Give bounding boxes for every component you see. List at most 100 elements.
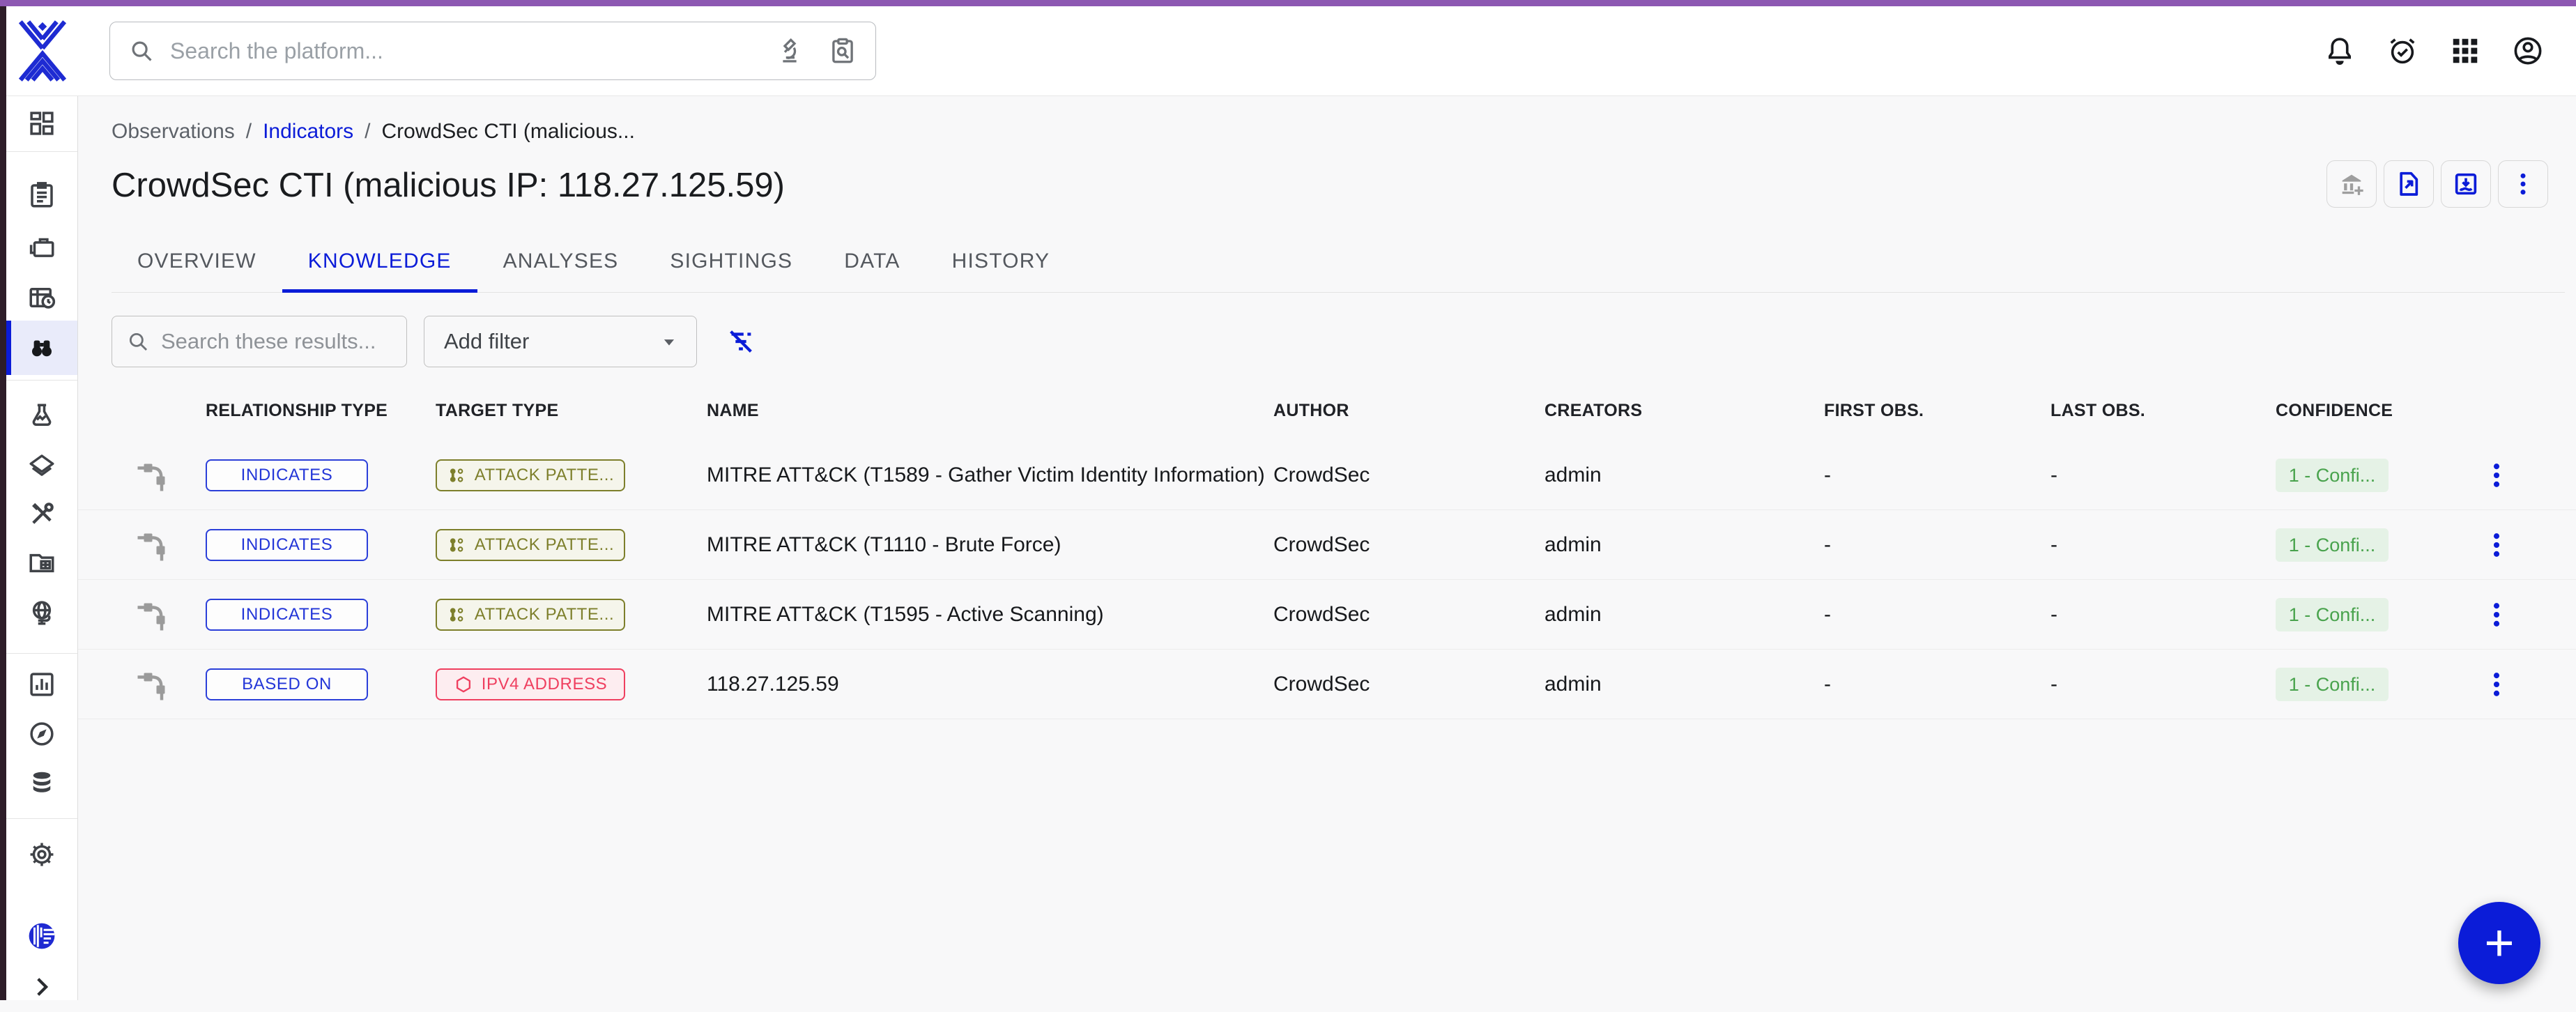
- create-relationship-fab[interactable]: +: [2458, 902, 2540, 984]
- target-type-chip[interactable]: ATTACK PATTE...: [436, 599, 625, 631]
- header-author[interactable]: AUTHOR: [1273, 401, 1349, 421]
- threats-icon: [27, 401, 56, 431]
- ipv4-hexagon-icon: [454, 675, 473, 694]
- sidebar-divider: [6, 380, 77, 381]
- table-row[interactable]: INDICATES ATTACK PATTE... MITRE ATT&CK (…: [78, 580, 2576, 650]
- events-icon: [27, 283, 56, 312]
- window-edge: [0, 6, 6, 1000]
- global-search-input[interactable]: [170, 38, 760, 64]
- row-menu-button[interactable]: [2477, 526, 2516, 565]
- confidence-badge: 1 - Confi...: [2276, 459, 2389, 492]
- table-row[interactable]: INDICATES ATTACK PATTE... MITRE ATT&CK (…: [78, 510, 2576, 580]
- relationship-icon: [137, 528, 170, 562]
- sidebar-item-settings[interactable]: [6, 829, 77, 880]
- row-menu-button[interactable]: [2477, 595, 2516, 634]
- sidebar-item-threats[interactable]: [6, 391, 77, 441]
- bulk-search-icon[interactable]: [828, 36, 857, 66]
- sidebar-collapse-toggle[interactable]: [6, 962, 77, 1012]
- sidebar-item-techniques[interactable]: [6, 489, 77, 539]
- cell-author: CrowdSec: [1273, 650, 1370, 719]
- cell-last-obs: -: [2050, 650, 2057, 719]
- sidebar-item-cases[interactable]: [6, 222, 77, 272]
- tab-overview[interactable]: OVERVIEW: [112, 230, 282, 292]
- sidebar-item-dashboards[interactable]: [6, 659, 77, 710]
- enrichment-icon: [2338, 170, 2366, 198]
- attack-pattern-icon: [447, 605, 466, 624]
- tab-history[interactable]: HISTORY: [926, 230, 1076, 292]
- more-options-button[interactable]: [2498, 160, 2548, 208]
- relationship-type-chip[interactable]: BASED ON: [206, 668, 368, 700]
- header-last-obs[interactable]: LAST OBS.: [2050, 401, 2145, 421]
- table-row[interactable]: BASED ON IPV4 ADDRESS 118.27.125.59 Crow…: [78, 650, 2576, 719]
- entities-icon: [27, 549, 56, 578]
- target-type-chip[interactable]: IPV4 ADDRESS: [436, 668, 625, 700]
- breadcrumb-indicators[interactable]: Indicators: [263, 120, 353, 144]
- triggers-icon[interactable]: [2386, 35, 2418, 67]
- add-filter-select[interactable]: Add filter: [424, 316, 697, 367]
- tab-data[interactable]: DATA: [818, 230, 926, 292]
- cell-author: CrowdSec: [1273, 580, 1370, 650]
- results-search-input[interactable]: [161, 329, 392, 354]
- sidebar-item-observations[interactable]: [6, 321, 77, 375]
- target-type-chip[interactable]: ATTACK PATTE...: [436, 459, 625, 491]
- target-type-label: ATTACK PATTE...: [475, 466, 615, 485]
- filter-bar: Add filter: [112, 316, 757, 367]
- header-creators[interactable]: CREATORS: [1544, 401, 1642, 421]
- header-first-obs[interactable]: FIRST OBS.: [1824, 401, 1924, 421]
- left-sidebar: [6, 96, 78, 1000]
- sidebar-item-arsenal[interactable]: [6, 440, 77, 491]
- cell-last-obs: -: [2050, 510, 2057, 580]
- relationship-type-chip[interactable]: INDICATES: [206, 529, 368, 561]
- sidebar-item-events[interactable]: [6, 273, 77, 323]
- row-menu-button[interactable]: [2477, 456, 2516, 495]
- relationship-type-chip[interactable]: INDICATES: [206, 599, 368, 631]
- sidebar-item-entities[interactable]: [6, 538, 77, 588]
- target-type-label: ATTACK PATTE...: [475, 605, 615, 624]
- download-box-icon: [2452, 170, 2480, 198]
- enrich-button[interactable]: [2326, 160, 2377, 208]
- opencti-logo[interactable]: [16, 19, 69, 83]
- entity-tabs: OVERVIEW KNOWLEDGE ANALYSES SIGHTINGS DA…: [112, 230, 2565, 293]
- breadcrumb-observations[interactable]: Observations: [112, 120, 235, 144]
- row-menu-button[interactable]: [2477, 665, 2516, 704]
- cell-first-obs: -: [1824, 510, 1831, 580]
- account-icon[interactable]: [2512, 35, 2544, 67]
- sidebar-divider: [6, 818, 77, 819]
- header-target-type[interactable]: TARGET TYPE: [436, 401, 558, 421]
- cell-first-obs: -: [1824, 580, 1831, 650]
- tab-analyses[interactable]: ANALYSES: [477, 230, 645, 292]
- apps-icon[interactable]: [2449, 35, 2481, 67]
- advanced-search-icon[interactable]: [775, 36, 804, 66]
- kebab-menu-icon: [2481, 530, 2512, 560]
- kebab-menu-icon: [2481, 460, 2512, 491]
- tab-sightings[interactable]: SIGHTINGS: [644, 230, 818, 292]
- sidebar-item-filigran[interactable]: [6, 911, 77, 961]
- add-filter-label: Add filter: [444, 329, 529, 354]
- notifications-icon[interactable]: [2324, 35, 2356, 67]
- sidebar-item-data[interactable]: [6, 758, 77, 808]
- target-type-chip[interactable]: ATTACK PATTE...: [436, 529, 625, 561]
- chevron-down-icon: [657, 330, 681, 353]
- header-confidence[interactable]: CONFIDENCE: [2276, 401, 2393, 421]
- breadcrumb-separator: /: [246, 120, 252, 144]
- relationship-type-chip[interactable]: INDICATES: [206, 459, 368, 491]
- table-header: RELATIONSHIP TYPE TARGET TYPE NAME AUTHO…: [78, 401, 2576, 431]
- table-row[interactable]: INDICATES ATTACK PATTE... MITRE ATT&CK (…: [78, 440, 2576, 510]
- header-name[interactable]: NAME: [707, 401, 759, 421]
- locations-icon: [27, 598, 56, 627]
- relationships-list: INDICATES ATTACK PATTE... MITRE ATT&CK (…: [78, 440, 2576, 719]
- sidebar-item-investigations[interactable]: [6, 709, 77, 759]
- attack-pattern-icon: [447, 535, 466, 555]
- export-button[interactable]: [2384, 160, 2434, 208]
- relationship-icon: [137, 459, 170, 492]
- breadcrumb-current: CrowdSec CTI (malicious...: [382, 120, 635, 144]
- sidebar-item-analyses[interactable]: [6, 170, 77, 220]
- sidebar-item-dashboard[interactable]: [6, 98, 77, 148]
- tab-knowledge[interactable]: KNOWLEDGE: [282, 230, 477, 292]
- sidebar-item-locations[interactable]: [6, 588, 77, 638]
- header-relationship-type[interactable]: RELATIONSHIP TYPE: [206, 401, 388, 421]
- download-button[interactable]: [2441, 160, 2491, 208]
- confidence-badge: 1 - Confi...: [2276, 528, 2389, 562]
- attack-pattern-icon: [447, 466, 466, 485]
- clear-filters-icon[interactable]: [725, 325, 757, 358]
